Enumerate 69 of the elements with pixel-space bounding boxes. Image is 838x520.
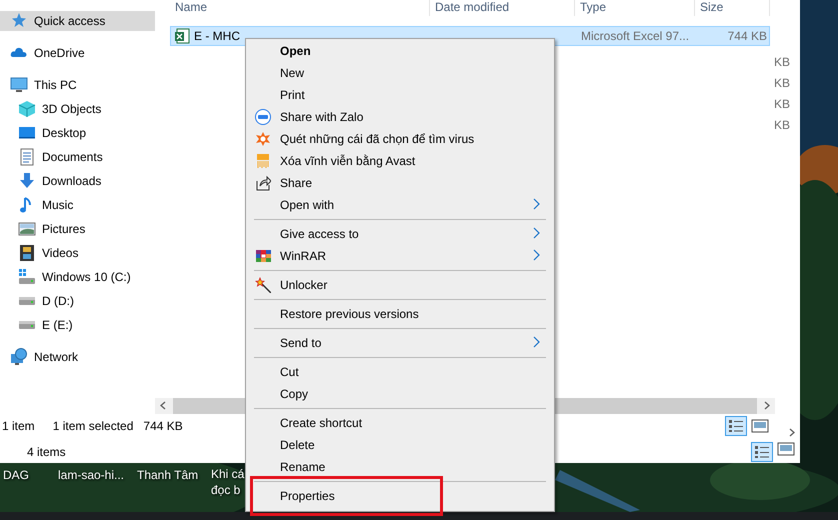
drive-icon <box>18 268 36 286</box>
menu-item[interactable]: Give access to <box>246 223 554 245</box>
star-burst-icon <box>255 131 271 147</box>
pictures-icon <box>18 220 36 238</box>
sidebar-item[interactable]: This PC <box>0 73 155 97</box>
sidebar-item[interactable]: D (D:) <box>0 289 155 313</box>
desktop-icon-label[interactable]: Thanh Tâm <box>137 467 198 483</box>
sidebar-item[interactable]: Documents <box>0 145 155 169</box>
menu-item[interactable]: Send to <box>246 332 554 354</box>
menu-item[interactable]: WinRAR <box>246 245 554 267</box>
monitor-icon <box>10 76 28 94</box>
details-view-icon <box>751 442 773 462</box>
column-header[interactable]: Type <box>575 0 695 16</box>
details-view-icon <box>725 416 747 436</box>
menu-item[interactable]: New <box>246 62 554 84</box>
desktop-icon-label[interactable]: DAG <box>3 467 30 483</box>
sidebar-item[interactable]: Desktop <box>0 121 155 145</box>
column-header[interactable]: Date modified <box>430 0 575 16</box>
sidebar-item[interactable]: OneDrive <box>0 41 155 65</box>
large-icons-view-icon <box>777 442 795 456</box>
spreadsheet-file-icon <box>174 28 190 44</box>
table-cell-text: KB <box>774 117 790 134</box>
menu-item[interactable]: Share <box>246 172 554 194</box>
menu-item[interactable]: Unlocker <box>246 274 554 296</box>
table-cell-text: KB <box>774 96 790 113</box>
shredder-icon <box>255 153 271 169</box>
cube-icon <box>18 100 36 118</box>
menu-item[interactable]: Xóa vĩnh viễn bằng Avast <box>246 150 554 172</box>
menu-item[interactable]: Create shortcut <box>246 412 554 434</box>
table-cell-text: Microsoft Excel 97... <box>580 28 690 45</box>
menu-item[interactable]: Copy <box>246 383 554 405</box>
sidebar-item[interactable]: Music <box>0 193 155 217</box>
document-icon <box>18 148 36 166</box>
sidebar-item[interactable]: E (E:) <box>0 313 155 337</box>
sidebar-item[interactable]: Downloads <box>0 169 155 193</box>
magic-wand-icon <box>255 277 271 293</box>
sidebar-item[interactable]: Windows 10 (C:) <box>0 265 155 289</box>
sidebar-item[interactable]: Quick access <box>0 11 155 31</box>
status-text: 4 items <box>26 444 66 460</box>
menu-item[interactable]: Delete <box>246 434 554 456</box>
column-header[interactable]: Name <box>170 0 430 16</box>
desktop-icon-label[interactable]: lam-sao-hi... <box>58 467 124 483</box>
menu-item[interactable]: Properties <box>246 485 554 507</box>
table-cell-text: KB <box>774 75 790 92</box>
download-arrow-icon <box>18 172 36 190</box>
status-text: 744 KB <box>143 418 183 435</box>
sidebar-item[interactable]: 3D Objects <box>0 97 155 121</box>
large-icons-view-icon <box>751 419 769 433</box>
menu-item[interactable]: Quét những cái đã chọn để tìm virus <box>246 128 554 150</box>
menu-item[interactable]: Rename <box>246 456 554 478</box>
menu-item[interactable]: Restore previous versions <box>246 303 554 325</box>
menu-item[interactable]: Share with Zalo <box>246 106 554 128</box>
file-name[interactable]: E - MHC <box>194 27 240 45</box>
desktop-icon-label[interactable]: Khi cá đọc b <box>211 466 244 498</box>
sidebar-item[interactable]: Videos <box>0 241 155 265</box>
quick-access-star-icon <box>10 12 28 30</box>
table-cell-text: KB <box>774 54 790 71</box>
table-cell-text: 744 KB <box>726 28 768 45</box>
film-icon <box>18 244 36 262</box>
menu-item[interactable]: Print <box>246 84 554 106</box>
column-header[interactable]: Size <box>695 0 770 16</box>
menu-item[interactable]: Open with <box>246 194 554 216</box>
sidebar-item[interactable]: Network <box>0 345 155 369</box>
sidebar-item[interactable]: Pictures <box>0 217 155 241</box>
status-text: 1 item selected <box>52 418 134 435</box>
menu-item[interactable]: Cut <box>246 361 554 383</box>
share-icon <box>255 175 271 191</box>
status-text: 1 item <box>2 418 35 435</box>
network-icon <box>10 348 28 366</box>
